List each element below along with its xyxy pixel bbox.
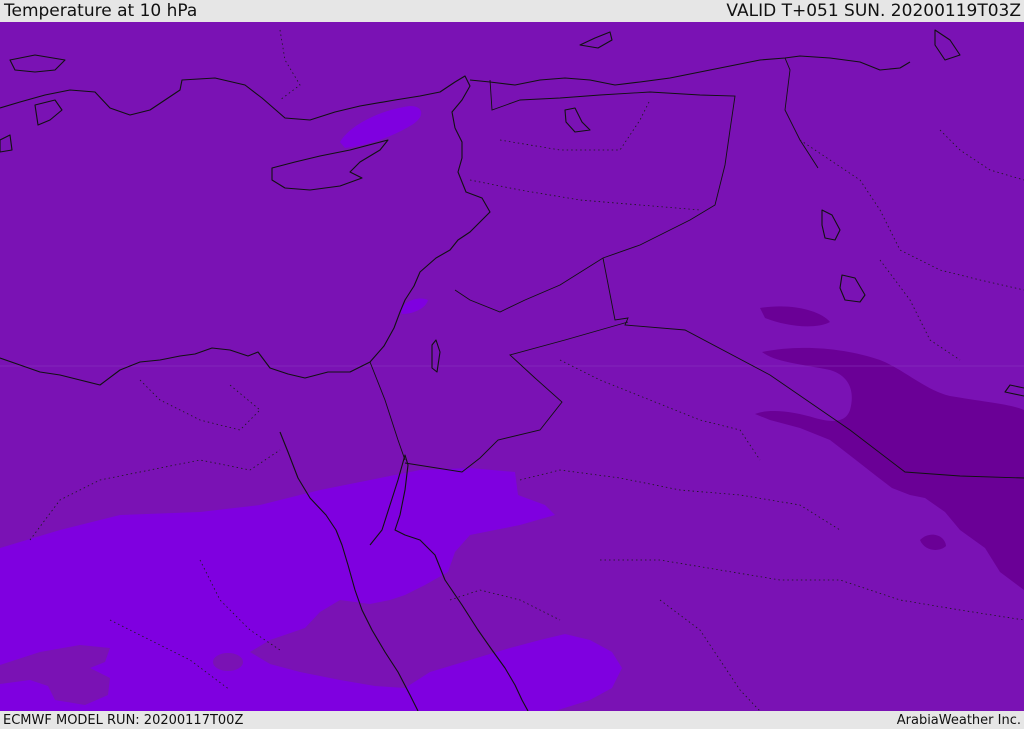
model-run-label: ECMWF MODEL RUN: 20200117T00Z [3,712,244,728]
temperature-map [0,22,1024,711]
credit-label: ArabiaWeather Inc. [896,712,1021,728]
map-footer: ECMWF MODEL RUN: 20200117T00Z ArabiaWeat… [0,711,1024,729]
valid-time-label: VALID T+051 SUN. 20200119T03Z [726,1,1021,21]
map-header: Temperature at 10 hPa VALID T+051 SUN. 2… [0,0,1024,22]
map-title: Temperature at 10 hPa [4,1,198,21]
